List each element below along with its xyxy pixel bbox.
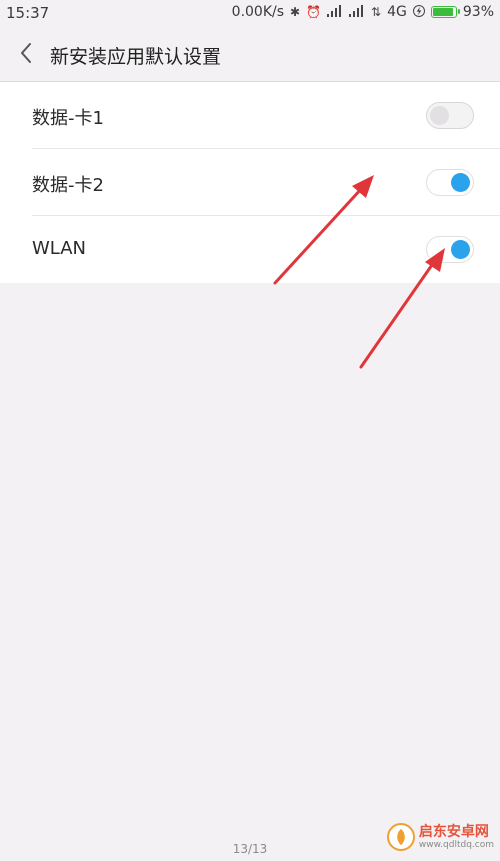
title-bar: 新安装应用默认设置 [0,26,500,82]
toggle-knob [451,173,470,192]
battery-percent: 93% [462,4,494,20]
status-time: 15:37 [6,4,50,22]
toggle-knob [430,106,449,125]
watermark: 启东安卓网 www.qdltdq.com [386,823,494,851]
setting-label: WLAN [32,238,87,259]
charging-icon [412,4,425,20]
watermark-logo-icon [386,823,415,851]
toggle-knob [451,240,470,259]
setting-label: 数据-卡2 [32,175,104,196]
watermark-name: 启东安卓网 [418,823,489,840]
bluetooth-icon: ✱ [290,5,301,19]
signal-icon [349,4,365,20]
setting-row-sim2-data: 数据-卡2 [0,149,500,216]
status-bar: 15:37 0.00K/s ✱ ⏰ ⇅ 4G 93% [0,0,500,26]
alarm-icon: ⏰ [306,5,322,19]
network-type: 4G [387,4,407,20]
network-speed: 0.00K/s [231,4,285,20]
setting-row-sim1-data: 数据-卡1 [0,82,500,149]
wlan-toggle[interactable] [426,236,474,263]
sim2-data-toggle[interactable] [426,169,474,196]
watermark-url: www.qdltdq.com [418,839,494,850]
battery-fill [432,8,454,16]
sim1-data-toggle[interactable] [426,102,474,129]
setting-row-wlan: WLAN [0,216,500,283]
signal-icon [327,4,343,20]
data-arrows-icon: ⇅ [371,5,382,19]
page-title: 新安装应用默认设置 [50,46,222,68]
battery-icon [430,6,460,18]
status-icons: 0.00K/s ✱ ⏰ ⇅ 4G 93% [232,4,494,20]
settings-list: 数据-卡1 数据-卡2 WLAN [0,82,500,283]
setting-label: 数据-卡1 [32,108,104,129]
chevron-left-icon[interactable] [14,40,38,66]
